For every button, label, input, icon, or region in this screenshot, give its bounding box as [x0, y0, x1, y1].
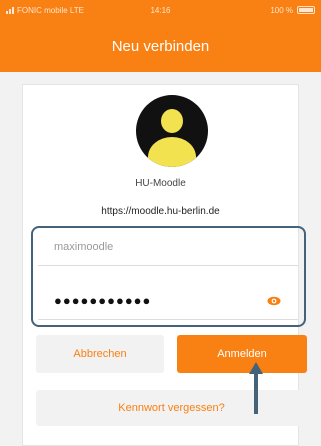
status-bar: FONIC mobile LTE 14:16 100 %: [0, 0, 321, 20]
avatar-head: [161, 109, 183, 133]
up-arrow-icon: [249, 362, 263, 414]
user-avatar-icon: [136, 95, 208, 167]
username-field-row: [38, 228, 298, 266]
username-input[interactable]: [54, 240, 282, 253]
password-field-row: ●●●●●●●●●●●: [38, 282, 298, 320]
cancel-button[interactable]: Abbrechen: [36, 335, 164, 373]
page-title: Neu verbinden: [111, 37, 210, 55]
login-button[interactable]: Anmelden: [177, 335, 307, 373]
nav-header: Neu verbinden: [0, 20, 321, 72]
forgot-password-button[interactable]: Kennwort vergessen?: [36, 390, 307, 426]
app-screen: FONIC mobile LTE 14:16 100 % Neu verbind…: [0, 0, 321, 446]
eye-icon[interactable]: [266, 295, 282, 307]
avatar-body: [148, 137, 196, 167]
site-url: https://moodle.hu-berlin.de: [101, 206, 220, 217]
battery-icon: [297, 6, 315, 14]
clock: 14:16: [150, 5, 171, 15]
password-input[interactable]: ●●●●●●●●●●●: [54, 293, 266, 308]
site-name: HU-Moodle: [135, 178, 186, 189]
